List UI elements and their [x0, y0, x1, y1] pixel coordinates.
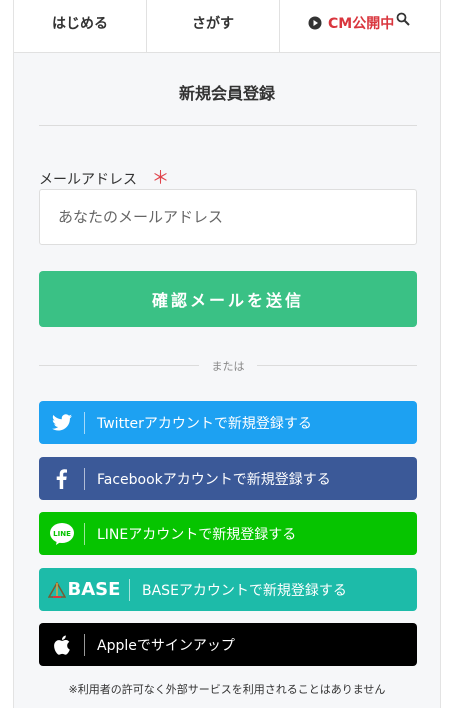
or-line-right	[257, 365, 417, 366]
email-label: メールアドレス ＊	[39, 164, 169, 190]
facebook-separator	[84, 467, 85, 490]
line-separator	[84, 522, 85, 545]
tab-search-label: さがす	[192, 16, 234, 32]
facebook-label: Facebookアカウントで新規登録する	[97, 471, 331, 488]
send-confirmation-button[interactable]: 確認メールを送信	[39, 271, 417, 327]
apple-icon	[39, 623, 84, 666]
tab-cm-label: CM公開中	[328, 16, 395, 32]
line-label: LINEアカウントで新規登録する	[97, 526, 297, 543]
page-title: 新規会員登録	[178, 84, 275, 103]
facebook-icon	[39, 457, 84, 500]
line-icon: LINE	[39, 512, 84, 555]
tab-start[interactable]: はじめる	[14, 0, 147, 52]
email-label-text: メールアドレス	[39, 172, 137, 188]
or-divider: または	[39, 358, 417, 373]
email-input[interactable]	[39, 189, 417, 245]
or-text: または	[211, 360, 245, 373]
twitter-separator	[84, 411, 85, 434]
base-label: BASEアカウントで新規登録する	[142, 582, 347, 599]
twitter-icon	[39, 401, 84, 444]
facebook-signup-button[interactable]: Facebookアカウントで新規登録する	[39, 457, 417, 500]
top-tabs: はじめる さがす CM公開中	[14, 0, 440, 53]
apple-signup-button[interactable]: Appleでサインアップ	[39, 623, 417, 666]
tab-start-label: はじめる	[52, 16, 108, 32]
twitter-label: Twitterアカウントで新規登録する	[97, 415, 312, 432]
base-separator	[129, 578, 130, 601]
apple-label: Appleでサインアップ	[97, 637, 235, 654]
apple-separator	[84, 633, 85, 656]
line-signup-button[interactable]: LINE LINEアカウントで新規登録する	[39, 512, 417, 555]
tab-search[interactable]: さがす	[147, 0, 280, 52]
search-icon[interactable]	[396, 12, 410, 26]
title-divider	[39, 125, 417, 126]
tab-cm[interactable]: CM公開中	[280, 0, 440, 52]
required-mark: ＊	[151, 168, 170, 189]
privacy-note: ※利用者の許可なく外部サービスを利用されることはありません	[68, 683, 386, 696]
line-icon-text: LINE	[53, 530, 71, 538]
base-signup-button[interactable]: BASE BASEアカウントで新規登録する	[39, 568, 417, 611]
base-logo-text: BASE	[67, 579, 121, 600]
signup-panel: はじめる さがす CM公開中 新規会員登録 メールアドレス ＊ 確認メールを送信…	[13, 0, 441, 708]
twitter-signup-button[interactable]: Twitterアカウントで新規登録する	[39, 401, 417, 444]
play-icon	[308, 16, 322, 30]
base-logo: BASE	[39, 568, 129, 611]
